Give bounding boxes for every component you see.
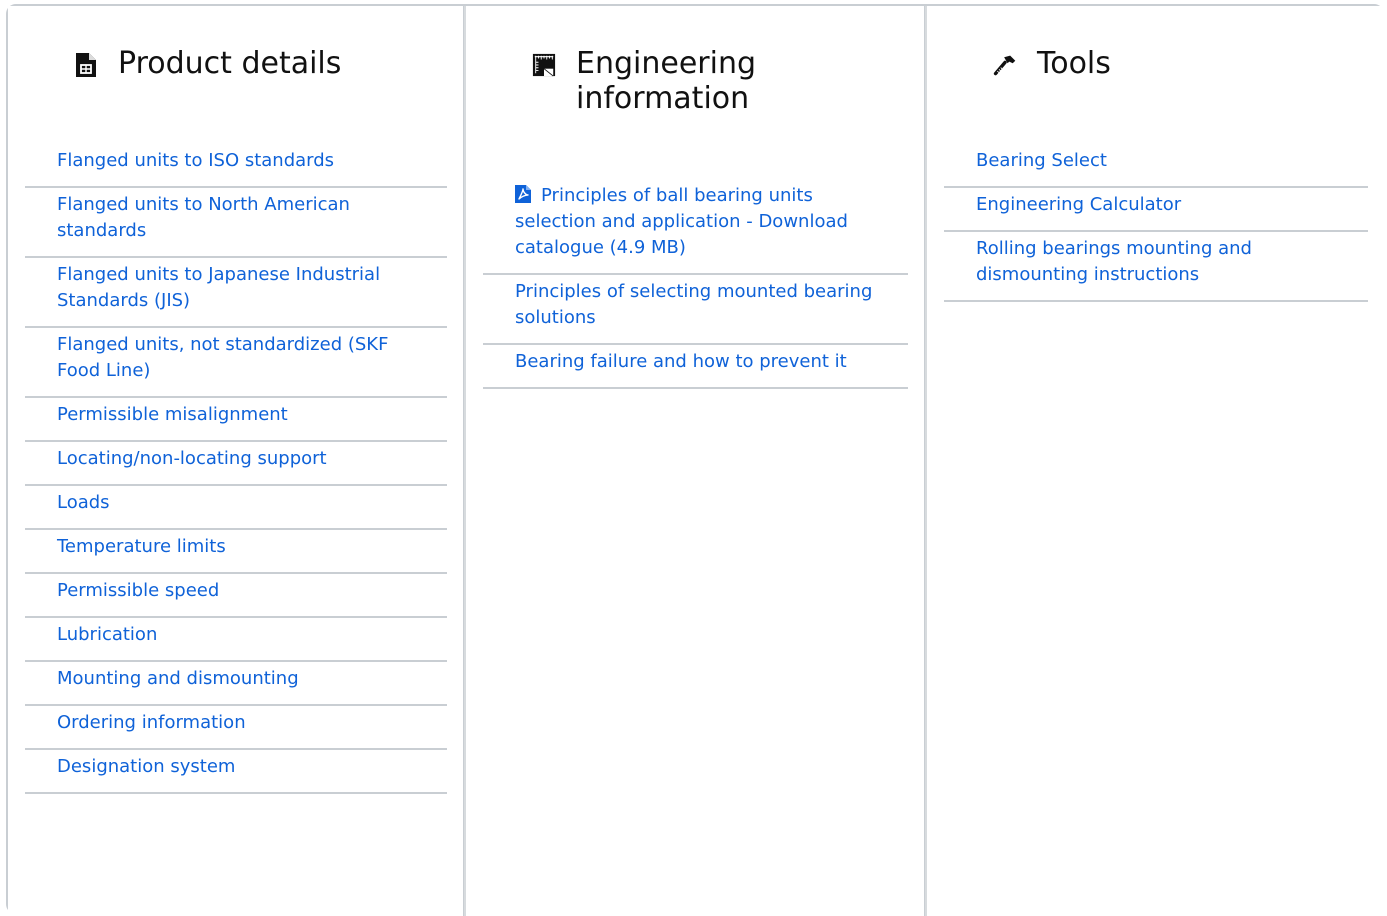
product-document-icon (76, 53, 96, 77)
link-flanged-iso[interactable]: Flanged units to ISO standards (25, 144, 447, 188)
link-locating-support[interactable]: Locating/non-locating support (25, 442, 447, 486)
link-flanged-north-american[interactable]: Flanged units to North American standard… (25, 188, 447, 258)
product-details-column: Product details Flanged units to ISO sta… (8, 6, 464, 916)
hammer-icon (993, 55, 1016, 76)
related-content-panel: Product details Flanged units to ISO sta… (6, 4, 1384, 916)
product-details-links: Flanged units to ISO standards Flanged u… (25, 144, 447, 794)
catalogue-link-text: Principles of ball bearing units selecti… (515, 185, 848, 258)
link-engineering-calculator[interactable]: Engineering Calculator (944, 188, 1368, 232)
tools-title: Tools (1037, 46, 1111, 81)
link-designation-system[interactable]: Designation system (25, 750, 447, 794)
link-flanged-jis[interactable]: Flanged units to Japanese Industrial Sta… (25, 258, 447, 328)
product-details-title: Product details (118, 46, 342, 81)
link-flanged-not-standardized[interactable]: Flanged units, not standardized (SKF Foo… (25, 328, 447, 398)
link-mounting-dismounting[interactable]: Mounting and dismounting (25, 662, 447, 706)
link-permissible-misalignment[interactable]: Permissible misalignment (25, 398, 447, 442)
engineering-information-links: Principles of ball bearing units selecti… (483, 180, 908, 389)
link-mounting-instructions[interactable]: Rolling bearings mounting and dismountin… (944, 232, 1368, 302)
pdf-icon (515, 185, 531, 203)
engineering-information-column: Engineering information Principles of ba… (464, 6, 925, 916)
link-download-catalogue[interactable]: Principles of ball bearing units selecti… (483, 180, 908, 275)
link-bearing-failure[interactable]: Bearing failure and how to prevent it (483, 345, 908, 389)
tools-column: Tools Bearing Select Engineering Calcula… (925, 6, 1384, 916)
tools-links: Bearing Select Engineering Calculator Ro… (944, 144, 1368, 302)
engineering-book-icon (532, 53, 556, 77)
link-ordering-information[interactable]: Ordering information (25, 706, 447, 750)
link-selecting-mounted-bearing[interactable]: Principles of selecting mounted bearing … (483, 275, 908, 345)
link-bearing-select[interactable]: Bearing Select (944, 144, 1368, 188)
link-permissible-speed[interactable]: Permissible speed (25, 574, 447, 618)
link-temperature-limits[interactable]: Temperature limits (25, 530, 447, 574)
engineering-information-title: Engineering information (576, 46, 756, 116)
product-details-header: Product details (74, 46, 341, 81)
tools-header: Tools (993, 46, 1111, 81)
link-lubrication[interactable]: Lubrication (25, 618, 447, 662)
link-loads[interactable]: Loads (25, 486, 447, 530)
engineering-information-header: Engineering information (532, 46, 816, 116)
